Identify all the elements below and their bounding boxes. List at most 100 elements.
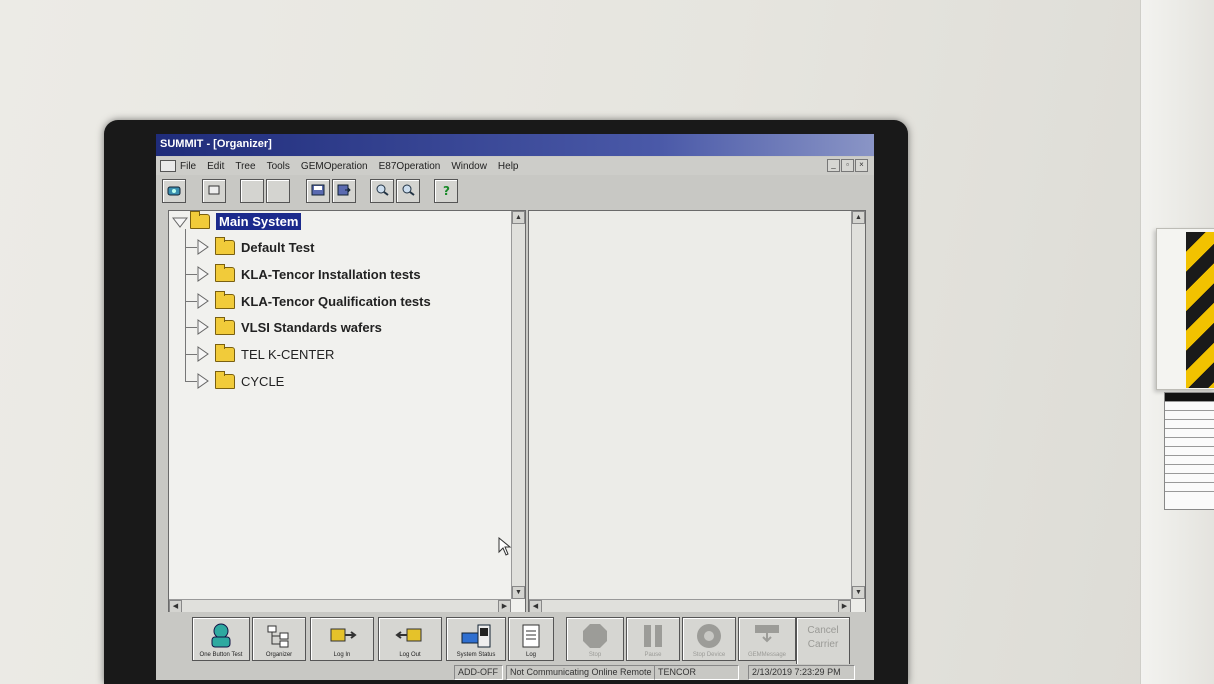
tree-connector [185, 381, 197, 382]
scroll-down-icon[interactable]: ▼ [512, 586, 525, 599]
app-screen: SUMMIT - [Organizer] File Edit Tree Tool… [156, 134, 874, 680]
tree-connector [185, 274, 197, 275]
tree-connector [185, 247, 197, 248]
open-icon [167, 184, 181, 199]
button-label: One Button Test [199, 652, 243, 658]
tree-item-label: KLA-Tencor Qualification tests [241, 293, 431, 309]
status-communication: Not Communicating Online Remote [506, 665, 655, 680]
log-button[interactable]: Log [508, 617, 554, 661]
tree-item-tel-k-center[interactable]: TEL K-CENTER [197, 343, 334, 362]
save-icon [311, 184, 325, 199]
toolbar-new-button[interactable] [202, 179, 226, 203]
mouse-pointer-icon [498, 537, 512, 556]
tree-item-kla-qualification[interactable]: KLA-Tencor Qualification tests [197, 290, 431, 309]
cancel-carrier-label-2: Carrier [807, 639, 839, 650]
expand-triangle-icon[interactable] [197, 346, 209, 362]
menu-window[interactable]: Window [451, 161, 487, 172]
button-label: Stop Device [692, 652, 726, 658]
tree-item-label: VLSI Standards wafers [241, 319, 382, 335]
window-title: SUMMIT - [Organizer] [160, 138, 272, 150]
bottom-button-bar: One Button Test Organizer Log In Log Out… [156, 612, 874, 667]
button-label: Organizer [265, 652, 293, 658]
tree-item-default-test[interactable]: Default Test [197, 236, 314, 255]
toolbar-save-button[interactable] [306, 179, 330, 203]
tree-vertical-scrollbar[interactable]: ▲ ▼ [511, 211, 525, 599]
log-document-icon [519, 623, 543, 654]
button-label: Stop [588, 652, 602, 658]
status-user: TENCOR [654, 665, 739, 680]
tree-item-label: KLA-Tencor Installation tests [241, 266, 421, 282]
scroll-down-icon[interactable]: ▼ [852, 586, 865, 599]
menu-edit[interactable]: Edit [207, 161, 224, 172]
close-icon[interactable]: × [855, 159, 868, 172]
log-out-button[interactable]: Log Out [378, 617, 442, 661]
button-label: Log [525, 652, 536, 658]
hazard-stripe-label [1186, 232, 1214, 388]
tree-item-vlsi-standards[interactable]: VLSI Standards wafers [197, 316, 382, 335]
cancel-carrier-label-1: Cancel [807, 625, 839, 636]
stop-octagon-icon [582, 623, 608, 654]
expand-triangle-icon[interactable] [197, 239, 209, 255]
toolbar: ? [156, 176, 874, 206]
folder-icon [215, 263, 235, 282]
detail-horizontal-scrollbar[interactable]: ◀ ▶ [529, 599, 851, 613]
organizer-button[interactable]: Organizer [252, 617, 306, 661]
log-in-button[interactable]: Log In [310, 617, 374, 661]
organizer-tree-pane[interactable]: Main System Default Test KLA-Tencor Inst… [168, 210, 526, 614]
button-label: System Status [456, 652, 496, 658]
tree-item-cycle[interactable]: CYCLE [197, 370, 284, 389]
toolbar-open-button[interactable] [162, 179, 186, 203]
minimize-icon[interactable]: _ [827, 159, 840, 172]
one-button-test-button[interactable]: One Button Test [192, 617, 250, 661]
tree-item-kla-installation[interactable]: KLA-Tencor Installation tests [197, 263, 421, 282]
pause-icon [641, 623, 665, 654]
find-next-icon [401, 184, 415, 199]
tree-root-main-system[interactable]: Main System [172, 211, 302, 230]
stop-device-icon [696, 623, 722, 654]
folder-icon [215, 316, 235, 335]
cancel-carrier-button[interactable]: Cancel Carrier [796, 617, 850, 667]
toolbar-blank-button-2[interactable] [266, 179, 290, 203]
menu-gemoperation[interactable]: GEMOperation [301, 161, 368, 172]
expand-triangle-icon[interactable] [197, 373, 209, 389]
menu-help[interactable]: Help [498, 161, 519, 172]
mdi-window-controls: _ ▫ × [826, 159, 868, 172]
folder-icon [215, 290, 235, 309]
expand-triangle-icon[interactable] [197, 293, 209, 309]
svg-text:?: ? [443, 184, 450, 196]
system-status-button[interactable]: System Status [446, 617, 506, 661]
toolbar-help-button[interactable]: ? [434, 179, 458, 203]
key-logout-icon [395, 623, 425, 654]
organizer-detail-pane[interactable]: ▲ ▼ ◀ ▶ [528, 210, 866, 614]
restore-icon[interactable]: ▫ [841, 159, 854, 172]
expand-triangle-icon[interactable] [197, 319, 209, 335]
new-icon [207, 184, 221, 199]
stop-device-button[interactable]: Stop Device [682, 617, 736, 661]
stop-button[interactable]: Stop [566, 617, 624, 661]
collapse-triangle-icon[interactable] [172, 216, 188, 228]
button-label: GEMMessage [747, 652, 786, 658]
scroll-up-icon[interactable]: ▲ [852, 211, 865, 224]
pause-button[interactable]: Pause [626, 617, 680, 661]
tree-horizontal-scrollbar[interactable]: ◀ ▶ [169, 599, 511, 613]
menu-file[interactable]: File [180, 161, 196, 172]
help-icon: ? [439, 184, 453, 199]
detail-vertical-scrollbar[interactable]: ▲ ▼ [851, 211, 865, 599]
gem-message-button[interactable]: GEMMessage [738, 617, 796, 661]
status-bar: ADD-OFF Not Communicating Online Remote … [156, 664, 874, 680]
scroll-up-icon[interactable]: ▲ [512, 211, 525, 224]
menu-tree[interactable]: Tree [235, 161, 255, 172]
toolbar-find-button[interactable] [370, 179, 394, 203]
menu-e87operation[interactable]: E87Operation [379, 161, 441, 172]
folder-icon [215, 370, 235, 389]
document-icon[interactable] [160, 160, 176, 172]
toolbar-blank-button-1[interactable] [240, 179, 264, 203]
menu-tools[interactable]: Tools [267, 161, 290, 172]
export-icon [337, 184, 351, 199]
title-bar[interactable]: SUMMIT - [Organizer] [156, 134, 874, 156]
expand-triangle-icon[interactable] [197, 266, 209, 282]
toolbar-find-next-button[interactable] [396, 179, 420, 203]
toolbar-export-button[interactable] [332, 179, 356, 203]
tree-connector [185, 354, 197, 355]
key-login-icon [327, 623, 357, 654]
